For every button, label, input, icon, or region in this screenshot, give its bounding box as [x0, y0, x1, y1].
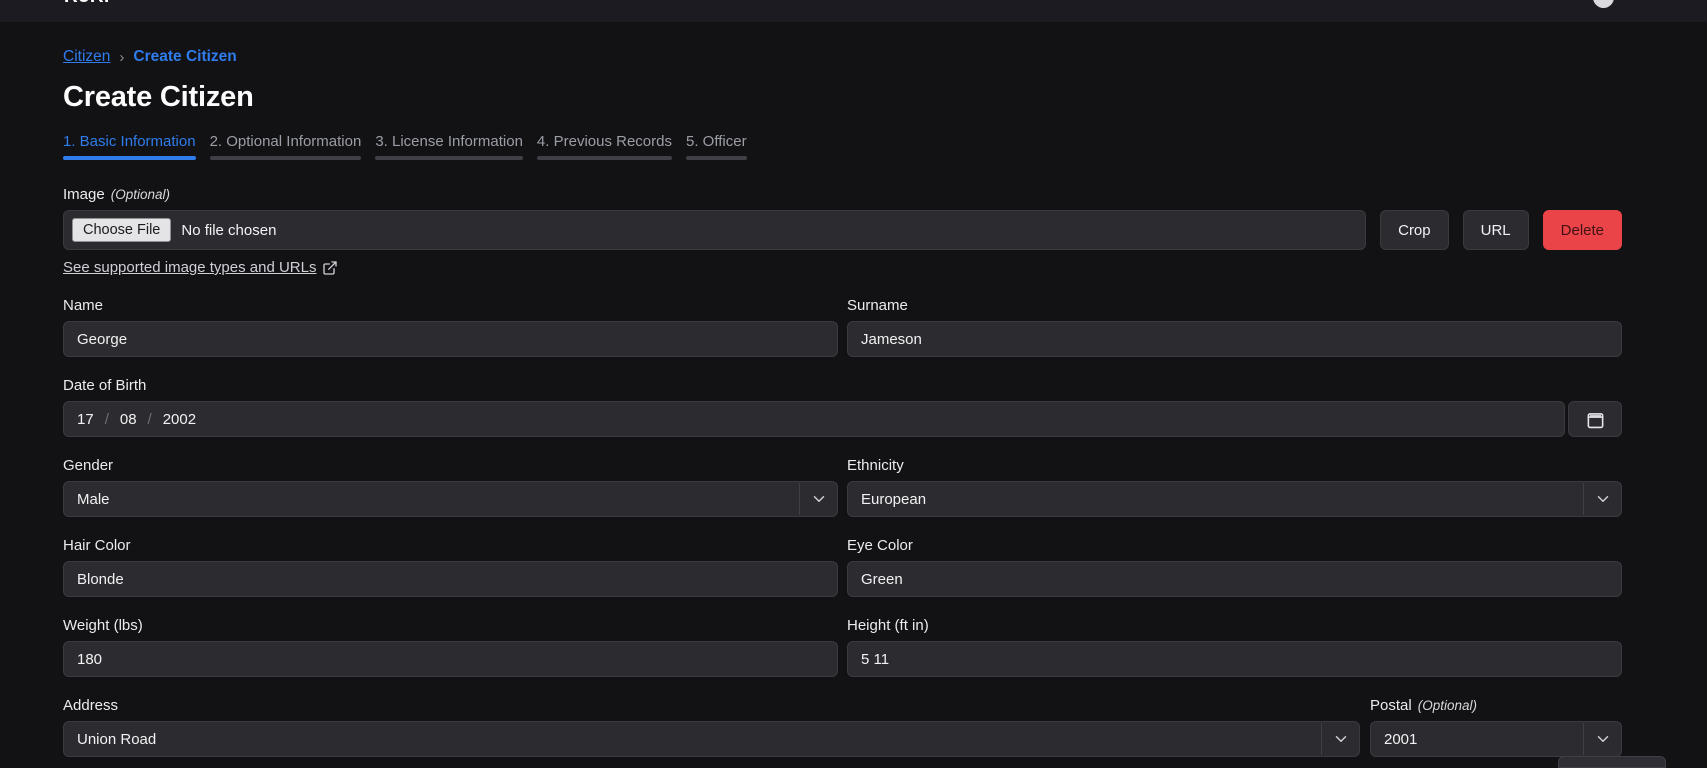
surname-input[interactable]: Jameson: [847, 321, 1622, 357]
name-label: Name: [63, 297, 838, 314]
eye-color-label: Eye Color: [847, 537, 1622, 554]
tab-indicator: [686, 156, 747, 160]
delete-button[interactable]: Delete: [1543, 210, 1622, 250]
image-file-input[interactable]: Choose File No file chosen: [63, 210, 1366, 250]
chevron-down-icon: [1332, 730, 1350, 748]
optional-suffix: (Optional): [111, 187, 170, 202]
supported-image-types-link[interactable]: See supported image types and URLs: [63, 259, 338, 276]
chevron-down-icon: [1594, 730, 1612, 748]
label-text: Postal: [1370, 697, 1412, 714]
calendar-icon: [1586, 410, 1605, 429]
chevron-right-icon: ›: [119, 49, 124, 66]
tab-basic-information[interactable]: 1. Basic Information: [63, 133, 196, 160]
tab-officer[interactable]: 5. Officer: [686, 133, 747, 160]
optional-suffix: (Optional): [1418, 698, 1477, 713]
postal-label: Postal (Optional): [1370, 697, 1622, 714]
dob-separator: /: [105, 411, 109, 428]
address-select[interactable]: Union Road: [63, 721, 1360, 757]
tab-label: 4. Previous Records: [537, 133, 672, 156]
postal-select[interactable]: 2001: [1370, 721, 1622, 757]
name-field: Name George: [63, 297, 838, 357]
select-divider: [799, 483, 800, 515]
eye-color-input[interactable]: Green: [847, 561, 1622, 597]
tab-indicator: [210, 156, 362, 160]
breadcrumb: Citizen › Create Citizen: [63, 48, 1622, 66]
address-field: Address Union Road: [63, 697, 1360, 757]
hair-color-label: Hair Color: [63, 537, 838, 554]
postal-value: 2001: [1384, 731, 1417, 748]
dob-input[interactable]: 17 / 08 / 2002: [63, 401, 1565, 437]
chevron-down-icon: [1594, 490, 1612, 508]
postal-field: Postal (Optional) 2001: [1370, 697, 1622, 757]
url-button[interactable]: URL: [1463, 210, 1529, 250]
calendar-picker-button[interactable]: [1568, 401, 1622, 437]
external-link-icon: [322, 260, 338, 276]
tab-label: 2. Optional Information: [210, 133, 362, 156]
select-divider: [1321, 723, 1322, 755]
address-value: Union Road: [77, 731, 156, 748]
weight-field: Weight (lbs) 180: [63, 617, 838, 677]
create-citizen-form: Image (Optional) Choose File No file cho…: [63, 186, 1622, 757]
select-divider: [1583, 483, 1584, 515]
tab-label: 1. Basic Information: [63, 133, 196, 156]
dob-month[interactable]: 08: [120, 411, 137, 428]
tab-indicator: [537, 156, 672, 160]
ethnicity-label: Ethnicity: [847, 457, 1622, 474]
dob-day[interactable]: 17: [77, 411, 94, 428]
dob-year[interactable]: 2002: [163, 411, 196, 428]
tab-previous-records[interactable]: 4. Previous Records: [537, 133, 672, 160]
tab-license-information[interactable]: 3. License Information: [375, 133, 523, 160]
next-button-partial[interactable]: [1558, 756, 1666, 768]
choose-file-button[interactable]: Choose File: [72, 218, 171, 242]
gender-select[interactable]: Male: [63, 481, 838, 517]
gender-label: Gender: [63, 457, 838, 474]
gender-field: Gender Male: [63, 457, 838, 517]
surname-label: Surname: [847, 297, 1622, 314]
name-input[interactable]: George: [63, 321, 838, 357]
dob-label: Date of Birth: [63, 377, 1622, 394]
crop-button[interactable]: Crop: [1380, 210, 1449, 250]
breadcrumb-citizen-link[interactable]: Citizen: [63, 48, 110, 66]
tab-indicator: [63, 156, 196, 160]
surname-field: Surname Jameson: [847, 297, 1622, 357]
image-label: Image (Optional): [63, 186, 1622, 203]
step-tabs: 1. Basic Information 2. Optional Informa…: [63, 133, 1622, 160]
dob-field: Date of Birth 17 / 08 / 2002: [63, 377, 1622, 437]
user-avatar-icon[interactable]: [1593, 0, 1614, 8]
hair-color-field: Hair Color Blonde: [63, 537, 838, 597]
link-text: See supported image types and URLs: [63, 259, 316, 276]
height-label: Height (ft in): [847, 617, 1622, 634]
tab-optional-information[interactable]: 2. Optional Information: [210, 133, 362, 160]
main-content: Citizen › Create Citizen Create Citizen …: [0, 48, 1707, 757]
tab-label: 5. Officer: [686, 133, 747, 156]
height-input[interactable]: 5 11: [847, 641, 1622, 677]
file-status-text: No file chosen: [181, 222, 276, 239]
dob-separator: /: [148, 411, 152, 428]
ethnicity-select[interactable]: European: [847, 481, 1622, 517]
page-title: Create Citizen: [63, 81, 1622, 114]
brand-logo[interactable]: RoRI: [64, 0, 110, 8]
chevron-down-icon: [810, 490, 828, 508]
tab-indicator: [375, 156, 523, 160]
label-text: Image: [63, 186, 105, 203]
breadcrumb-current: Create Citizen: [133, 48, 236, 66]
top-navbar: RoRI: [0, 0, 1707, 22]
height-field: Height (ft in) 5 11: [847, 617, 1622, 677]
image-field: Image (Optional) Choose File No file cho…: [63, 186, 1622, 277]
ethnicity-value: European: [861, 491, 926, 508]
hair-color-input[interactable]: Blonde: [63, 561, 838, 597]
weight-input[interactable]: 180: [63, 641, 838, 677]
select-divider: [1583, 723, 1584, 755]
weight-label: Weight (lbs): [63, 617, 838, 634]
tab-label: 3. License Information: [375, 133, 523, 156]
ethnicity-field: Ethnicity European: [847, 457, 1622, 517]
eye-color-field: Eye Color Green: [847, 537, 1622, 597]
gender-value: Male: [77, 491, 110, 508]
address-label: Address: [63, 697, 1360, 714]
